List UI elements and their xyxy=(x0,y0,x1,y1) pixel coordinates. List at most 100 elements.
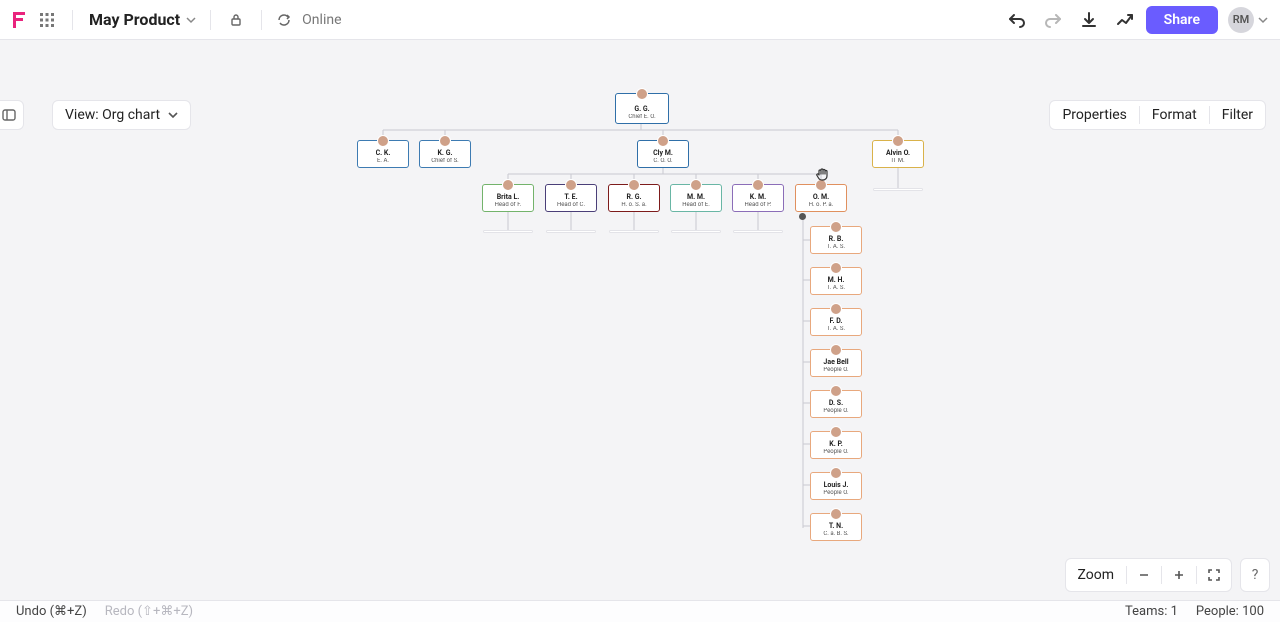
node-role: C. a. B. S. xyxy=(823,531,848,538)
separator xyxy=(261,10,262,30)
zoom-out-button[interactable] xyxy=(1127,558,1161,592)
avatar xyxy=(752,179,764,191)
node-name: T. N. xyxy=(829,522,843,530)
separator xyxy=(72,10,73,30)
status-undo[interactable]: Undo (⌘+Z) xyxy=(16,604,87,619)
avatar xyxy=(830,426,842,438)
org-node[interactable]: O. M. H. o. P. a. xyxy=(795,184,847,212)
teams-value: 1 xyxy=(1171,604,1178,619)
zoom-in-button[interactable] xyxy=(1162,558,1196,592)
download-icon[interactable] xyxy=(1078,9,1100,31)
org-node[interactable]: Cly M. C. O. O. xyxy=(637,140,689,168)
node-role: Head of P. xyxy=(744,202,771,209)
node-name: M. M. xyxy=(687,193,705,201)
app-logo xyxy=(12,12,26,28)
analytics-icon[interactable] xyxy=(1114,9,1136,31)
node-name: K. G. xyxy=(437,149,452,157)
node-role: T. A. S. xyxy=(827,244,845,251)
share-button[interactable]: Share xyxy=(1146,6,1218,34)
org-node[interactable]: Jae BellPeople O. xyxy=(810,349,862,377)
node-name: O. M. xyxy=(813,193,829,201)
collapse-toggle[interactable] xyxy=(671,230,721,233)
org-node[interactable]: D. S.People O. xyxy=(810,390,862,418)
node-role: T. A. S. xyxy=(827,285,845,292)
lock-icon[interactable] xyxy=(225,9,247,31)
help-button[interactable]: ? xyxy=(1240,558,1270,592)
document-title[interactable]: May Product xyxy=(89,10,196,29)
avatar xyxy=(830,344,842,356)
org-node[interactable]: T. N.C. a. B. S. xyxy=(810,513,862,541)
teams-label: Teams: xyxy=(1125,604,1167,619)
org-node[interactable]: T. E. Head of C. xyxy=(545,184,597,212)
node-name: Cly M. xyxy=(653,149,673,157)
document-title-text: May Product xyxy=(89,10,180,29)
node-role: Head of F. xyxy=(495,202,522,209)
avatar xyxy=(628,179,640,191)
zoom-fit-button[interactable] xyxy=(1197,558,1231,592)
node-name: K. M. xyxy=(750,193,766,201)
statusbar: Undo (⌘+Z) Redo (⇧+⌘+Z) Teams: 1 People:… xyxy=(0,600,1280,622)
node-name: K. P. xyxy=(829,440,842,448)
org-node[interactable]: K. P.People O. xyxy=(810,431,862,459)
avatar xyxy=(377,135,389,147)
org-node[interactable]: R. G. H. o. S. a. xyxy=(608,184,660,212)
avatar xyxy=(636,88,648,100)
node-role: C. O. O. xyxy=(653,158,672,165)
org-node[interactable]: Brita L. Head of F. xyxy=(482,184,534,212)
user-menu[interactable]: RM xyxy=(1228,7,1268,33)
zoom-control: Zoom xyxy=(1065,558,1233,592)
avatar xyxy=(439,135,451,147)
separator xyxy=(210,10,211,30)
org-node[interactable]: Louis J.People O. xyxy=(810,472,862,500)
node-name: Louis J. xyxy=(824,481,849,489)
status-redo[interactable]: Redo (⇧+⌘+Z) xyxy=(105,604,193,619)
node-role: People O. xyxy=(823,449,848,456)
collapse-toggle[interactable] xyxy=(733,230,783,233)
connectors xyxy=(0,40,1280,600)
avatar xyxy=(657,135,669,147)
status-people: People: 100 xyxy=(1196,604,1264,619)
share-button-label: Share xyxy=(1164,12,1200,28)
collapse-toggle[interactable] xyxy=(546,230,596,233)
node-role: H. o. P. a. xyxy=(809,202,834,209)
node-name: G. G. xyxy=(634,105,649,113)
collapse-toggle[interactable] xyxy=(609,230,659,233)
avatar xyxy=(815,179,827,191)
org-node[interactable]: M. H.T. A. S. xyxy=(810,267,862,295)
avatar xyxy=(830,303,842,315)
undo-icon[interactable] xyxy=(1006,9,1028,31)
org-node[interactable]: K. G. Chief of S. xyxy=(419,140,471,168)
node-role: Chief of S. xyxy=(431,158,459,165)
collapse-toggle[interactable] xyxy=(873,188,923,191)
node-name: R. B. xyxy=(829,235,844,243)
apps-grid-icon[interactable] xyxy=(36,9,58,31)
org-node[interactable]: F. D.T. A. S. xyxy=(810,308,862,336)
online-status: Online xyxy=(302,12,341,28)
avatar xyxy=(502,179,514,191)
org-node[interactable]: G. G. Chief E. O. xyxy=(615,93,669,124)
node-name: Alvin O. xyxy=(886,149,910,157)
avatar xyxy=(830,385,842,397)
canvas[interactable]: View: Org chart Properties Format Filter xyxy=(0,40,1280,600)
node-role: People O. xyxy=(823,490,848,497)
org-node[interactable]: K. M. Head of P. xyxy=(732,184,784,212)
collapse-toggle-dot[interactable] xyxy=(799,213,806,220)
node-name: Jae Bell xyxy=(823,358,848,366)
avatar xyxy=(830,467,842,479)
org-node[interactable]: R. B.T. A. S. xyxy=(810,226,862,254)
avatar xyxy=(830,508,842,520)
node-name: M. H. xyxy=(828,276,845,284)
redo-icon[interactable] xyxy=(1042,9,1064,31)
avatar xyxy=(565,179,577,191)
avatar xyxy=(830,262,842,274)
org-node[interactable]: Alvin O. IT M. xyxy=(872,140,924,168)
topbar: May Product Online Share RM xyxy=(0,0,1280,40)
node-role: T. A. S. xyxy=(827,326,845,333)
org-node[interactable]: M. M. Head of E. xyxy=(670,184,722,212)
people-value: 100 xyxy=(1242,604,1264,619)
people-label: People: xyxy=(1196,604,1239,619)
org-node[interactable]: C. K. E. A. xyxy=(357,140,409,168)
node-role: Head of E. xyxy=(682,202,710,209)
sync-icon[interactable] xyxy=(276,9,292,31)
collapse-toggle[interactable] xyxy=(483,230,533,233)
